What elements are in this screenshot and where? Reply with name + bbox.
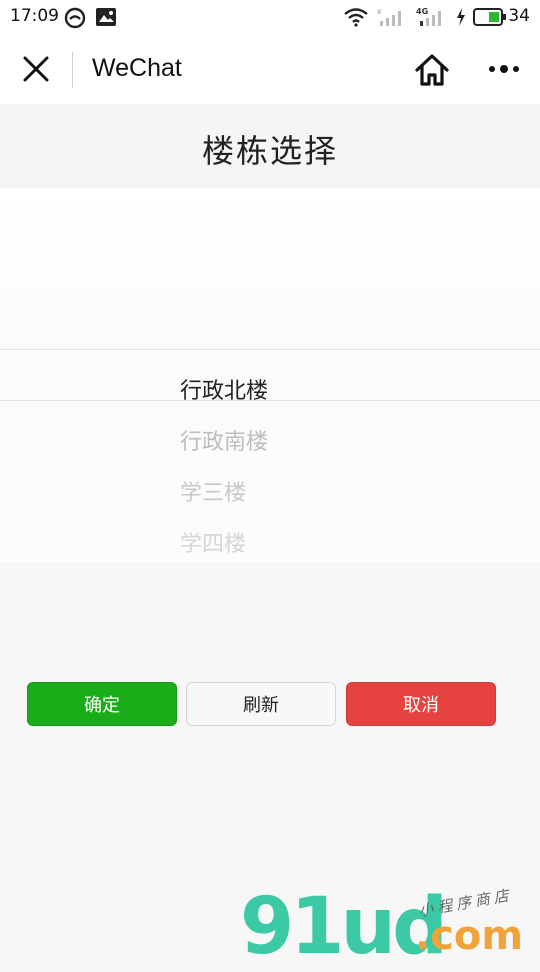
nav-title: WeChat [92, 54, 182, 82]
watermark-logo: 91ud [240, 882, 448, 972]
battery-icon [473, 8, 507, 30]
picker-option[interactable]: 学三楼 [180, 475, 246, 507]
wifi-icon [343, 7, 369, 31]
signal-4g-icon: 4G [415, 7, 447, 31]
confirm-button[interactable]: 确定 [27, 682, 177, 726]
watermark-domain: .com [415, 913, 524, 959]
picker-option[interactable]: 行政南楼 [180, 424, 268, 456]
more-icon[interactable] [486, 59, 522, 79]
picker-option[interactable]: 行政北楼 [180, 373, 268, 405]
picker-option[interactable]: 学四楼 [180, 526, 246, 558]
picker-indicator-bottom [0, 400, 540, 401]
page-title: 楼栋选择 [201, 132, 338, 170]
nav-bar: WeChat [0, 34, 540, 104]
battery-level: 34 [508, 6, 530, 26]
status-bar: 17:09 x 4G 34 [0, 0, 540, 34]
building-picker[interactable]: 行政北楼 行政南楼 学三楼 学四楼 [0, 188, 540, 562]
refresh-button[interactable]: 刷新 [186, 682, 336, 726]
charging-icon [455, 7, 467, 31]
home-icon[interactable] [413, 51, 451, 89]
image-icon [95, 7, 117, 31]
picker-indicator-top [0, 349, 540, 350]
status-time: 17:09 [10, 6, 59, 26]
close-icon[interactable] [20, 53, 52, 85]
page-header: 楼栋选择 [0, 104, 540, 188]
signal-icon: x [377, 7, 407, 31]
wechat-moments-icon [64, 7, 86, 33]
svg-text:x: x [377, 7, 382, 16]
svg-text:4G: 4G [416, 7, 428, 16]
nav-divider [72, 52, 73, 88]
cancel-button[interactable]: 取消 [346, 682, 496, 726]
